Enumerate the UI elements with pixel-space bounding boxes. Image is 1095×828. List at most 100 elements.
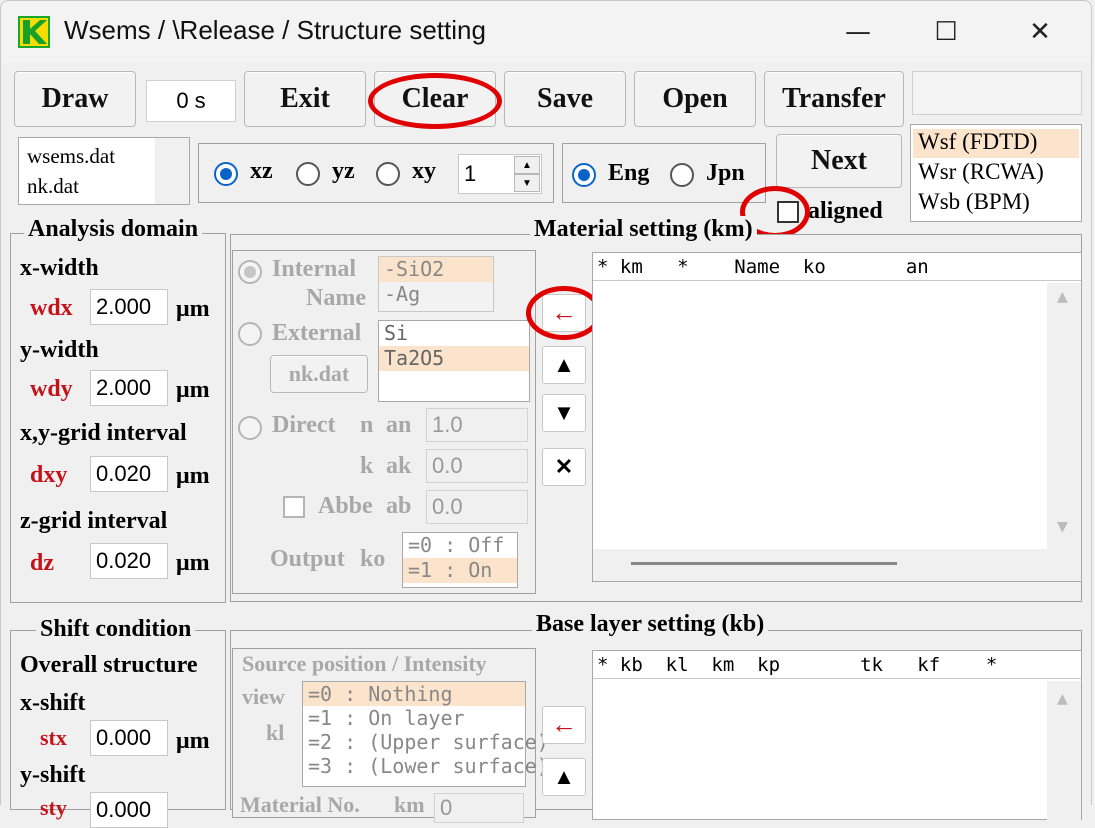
base-layer-table[interactable]: * kb kl km kp tk kf * ▲ [592, 650, 1082, 821]
output-label: Output [270, 546, 345, 572]
source-list[interactable]: =0 : Nothing =1 : On layer =2 : (Upper s… [302, 681, 549, 787]
dxy-input[interactable]: 0.020 [90, 456, 168, 492]
material-table-vscroll[interactable]: ▲ ▼ [1047, 283, 1081, 549]
elapsed-time: 0 s [146, 80, 236, 122]
solver-list[interactable]: Wsf (FDTD) Wsr (RCWA) Wsb (BPM) [910, 124, 1082, 222]
wdx-input[interactable]: 2.000 [90, 289, 168, 325]
external-label: External [272, 320, 362, 346]
source-item[interactable]: =1 : On layer [303, 706, 525, 730]
move-down-icon[interactable]: ▼ [542, 394, 586, 432]
annotation-ring-clear [368, 73, 502, 129]
solver-item-bpm[interactable]: Wsb (BPM) [913, 189, 1079, 218]
source-km-label: km [394, 792, 425, 817]
stepper-up-icon[interactable]: ▲ [514, 156, 540, 174]
move-up-icon[interactable]: ▲ [542, 346, 586, 384]
view-radio-xz[interactable] [214, 162, 238, 186]
dz-label: dz [30, 550, 54, 576]
internal-radio[interactable] [238, 260, 262, 284]
file-list-scroll [155, 138, 189, 204]
material-no-label: Material No. [240, 792, 360, 817]
maximize-button[interactable]: ☐ [918, 10, 974, 54]
abbe-checkbox[interactable] [283, 496, 305, 518]
external-material-item[interactable]: Si [379, 321, 529, 346]
internal-material-list[interactable]: -SiO2 -Ag [378, 256, 494, 312]
open-button[interactable]: Open [634, 71, 756, 127]
ab-input[interactable]: 0.0 [426, 490, 528, 524]
view-label-yz: yz [332, 158, 355, 184]
solver-item-fdtd[interactable]: Wsf (FDTD) [913, 129, 1079, 158]
stx-input[interactable]: 0.000 [90, 720, 168, 756]
wdx-unit: μm [176, 296, 210, 322]
abbe-label: Abbe [318, 493, 373, 519]
view-radio-xy[interactable] [376, 162, 400, 186]
k-label: k [360, 453, 374, 479]
an-input[interactable]: 1.0 [426, 408, 528, 442]
view-label-xz: xz [250, 158, 273, 184]
direct-radio[interactable] [238, 416, 262, 440]
nkdat-button[interactable]: nk.dat [270, 355, 368, 393]
dz-unit: μm [176, 550, 210, 576]
wdy-unit: μm [176, 377, 210, 403]
next-button[interactable]: Next [776, 134, 902, 188]
xygrid-label: x,y-grid interval [20, 420, 187, 446]
save-button[interactable]: Save [504, 71, 626, 127]
file-list[interactable]: wsems.dat nk.dat [18, 137, 190, 205]
base-layer-title: Base layer setting (kb) [532, 611, 769, 638]
app-logo-icon [18, 16, 50, 48]
source-item[interactable]: =2 : (Upper surface) [303, 730, 549, 754]
output-item[interactable]: =1 : On [403, 558, 517, 583]
ak-input[interactable]: 0.0 [426, 449, 528, 483]
source-km-stepper[interactable]: 0 [434, 793, 524, 823]
dz-input[interactable]: 0.020 [90, 543, 168, 579]
n-label: n [360, 412, 374, 438]
view-label-xy: xy [412, 158, 436, 184]
transfer-button[interactable]: Transfer [764, 71, 904, 127]
output-item[interactable]: =0 : Off [403, 533, 517, 558]
material-table[interactable]: * km * Name ko an ▲ ▼ [592, 252, 1082, 582]
language-radio-jpn[interactable] [670, 163, 694, 187]
external-material-item[interactable]: Ta2O5 [379, 346, 529, 371]
base-layer-table-vscroll[interactable]: ▲ [1047, 681, 1081, 821]
hscroll-thumb[interactable] [631, 562, 897, 565]
window-title: Wsems / \Release / Structure setting [64, 15, 486, 45]
zgrid-label: z-grid interval [20, 508, 168, 534]
scroll-up-icon[interactable]: ▲ [1057, 691, 1068, 707]
external-material-list[interactable]: Si Ta2O5 [378, 320, 530, 402]
material-table-header: * km * Name ko an [593, 253, 1081, 281]
material-table-hscroll[interactable] [593, 549, 1081, 581]
source-item[interactable]: =0 : Nothing [303, 682, 525, 706]
stepper-down-icon[interactable]: ▼ [514, 174, 540, 192]
yshift-label: y-shift [20, 762, 86, 788]
output-list[interactable]: =0 : Off =1 : On [402, 532, 518, 588]
stx-label: stx [40, 725, 67, 750]
close-button[interactable]: ✕ [1012, 10, 1068, 54]
material-setting-title: Material setting (km) [530, 216, 757, 243]
scroll-down-icon[interactable]: ▼ [1057, 519, 1068, 535]
ak-label: ak [386, 453, 412, 479]
view-number-value: 1 [464, 161, 477, 186]
internal-material-item[interactable]: -Ag [379, 282, 493, 307]
language-radio-eng[interactable] [572, 163, 596, 187]
layer-move-up-icon[interactable]: ▲ [542, 758, 586, 796]
an-label: an [386, 412, 412, 438]
delete-icon[interactable]: ✕ [542, 448, 586, 486]
exit-button[interactable]: Exit [244, 71, 366, 127]
minimize-button[interactable]: — [830, 10, 886, 54]
add-layer-left-arrow-icon[interactable]: ← [542, 706, 586, 744]
external-radio[interactable] [238, 322, 262, 346]
source-item[interactable]: =3 : (Lower surface) [303, 754, 549, 778]
sty-input[interactable]: 0.000 [90, 792, 168, 828]
internal-label: Internal [272, 256, 356, 282]
view-radio-yz[interactable] [296, 162, 320, 186]
file-item: wsems.dat [27, 144, 116, 168]
solver-item-rcwa[interactable]: Wsr (RCWA) [913, 159, 1079, 188]
draw-button[interactable]: Draw [14, 71, 136, 127]
scroll-up-icon[interactable]: ▲ [1057, 289, 1068, 305]
annotation-ring-arrow [526, 286, 602, 340]
xshift-label: x-shift [20, 690, 86, 716]
wdy-input[interactable]: 2.000 [90, 370, 168, 406]
wdx-label: wdx [30, 295, 73, 321]
sty-label: sty [40, 795, 67, 820]
internal-material-item[interactable]: -SiO2 [379, 257, 493, 282]
xwidth-label: x-width [20, 255, 99, 281]
